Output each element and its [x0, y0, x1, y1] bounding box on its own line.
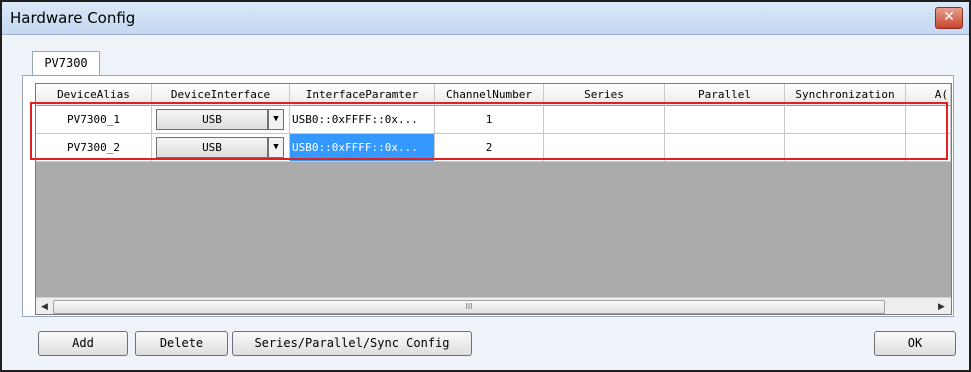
column-header-synchronization[interactable]: Synchronization	[785, 84, 906, 106]
cell-extra[interactable]	[906, 106, 951, 134]
table-row[interactable]: PV7300_1 USB ▼ USB0::0xFFFF::0x... 1	[36, 106, 951, 134]
title-bar: Hardware Config ✕	[2, 2, 969, 35]
cell-series[interactable]	[544, 134, 665, 162]
tab-pv7300[interactable]: PV7300	[32, 51, 100, 75]
cell-channel-number[interactable]: 1	[435, 106, 544, 134]
column-header-device-interface[interactable]: DeviceInterface	[152, 84, 290, 106]
tab-panel: DeviceAlias DeviceInterface InterfacePar…	[22, 75, 954, 317]
cell-device-interface[interactable]: USB ▼	[152, 134, 290, 162]
chevron-down-icon[interactable]: ▼	[268, 109, 284, 130]
cell-synchronization[interactable]	[785, 134, 906, 162]
column-header-series[interactable]: Series	[544, 84, 665, 106]
table-row[interactable]: PV7300_2 USB ▼ USB0::0xFFFF::0x... 2	[36, 134, 951, 162]
column-header-truncated[interactable]: A(	[906, 84, 951, 106]
cell-device-alias[interactable]: PV7300_2	[36, 134, 152, 162]
cell-synchronization[interactable]	[785, 106, 906, 134]
hardware-config-window: Hardware Config ✕ PV7300 DeviceAlias Dev…	[0, 0, 971, 372]
chevron-down-icon[interactable]: ▼	[268, 137, 284, 158]
column-header-parallel[interactable]: Parallel	[665, 84, 785, 106]
interface-combo[interactable]: USB	[156, 109, 268, 130]
cell-parallel[interactable]	[665, 106, 785, 134]
close-button[interactable]: ✕	[935, 7, 963, 29]
close-icon: ✕	[943, 9, 955, 25]
horizontal-scrollbar[interactable]: ◀ III ▶	[36, 297, 951, 314]
add-button[interactable]: Add	[38, 331, 128, 356]
column-header-interface-paramter[interactable]: InterfaceParamter	[290, 84, 435, 106]
cell-series[interactable]	[544, 106, 665, 134]
device-grid: DeviceAlias DeviceInterface InterfacePar…	[35, 83, 952, 315]
interface-combo[interactable]: USB	[156, 137, 268, 158]
dialog-body: PV7300 DeviceAlias DeviceInterface Inter…	[2, 35, 969, 370]
cell-extra[interactable]	[906, 134, 951, 162]
scroll-right-icon[interactable]: ▶	[933, 298, 950, 314]
scroll-thumb[interactable]: III	[53, 300, 885, 314]
cell-interface-param[interactable]: USB0::0xFFFF::0x...	[290, 106, 435, 134]
column-header-channel-number[interactable]: ChannelNumber	[435, 84, 544, 106]
cell-device-alias[interactable]: PV7300_1	[36, 106, 152, 134]
window-title: Hardware Config	[10, 9, 136, 27]
cell-interface-param-selected[interactable]: USB0::0xFFFF::0x...	[290, 134, 435, 162]
series-parallel-sync-config-button[interactable]: Series/Parallel/Sync Config	[232, 331, 472, 356]
ok-button[interactable]: OK	[874, 331, 956, 356]
cell-device-interface[interactable]: USB ▼	[152, 106, 290, 134]
delete-button[interactable]: Delete	[135, 331, 228, 356]
column-header-device-alias[interactable]: DeviceAlias	[36, 84, 152, 106]
scroll-left-icon[interactable]: ◀	[36, 298, 53, 314]
cell-channel-number[interactable]: 2	[435, 134, 544, 162]
cell-parallel[interactable]	[665, 134, 785, 162]
